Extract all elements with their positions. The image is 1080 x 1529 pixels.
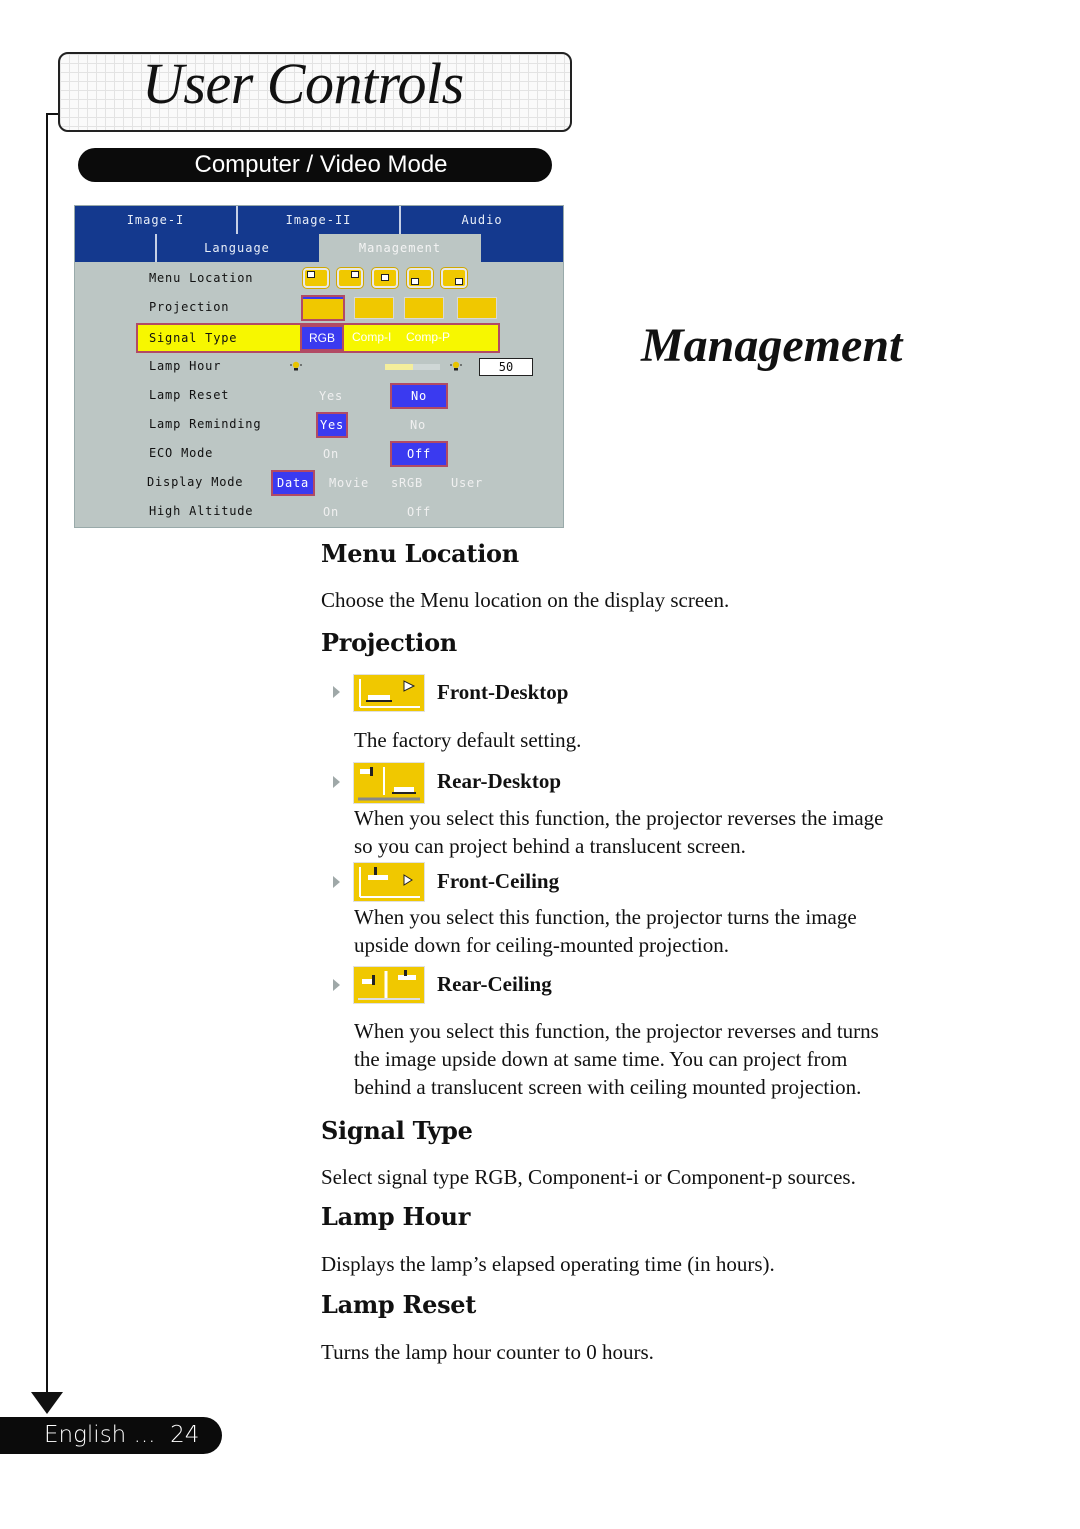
osd-label: Lamp Reminding — [149, 417, 262, 431]
osd-tab-management[interactable]: Management — [319, 234, 481, 262]
bullet-triangle-icon — [333, 686, 340, 698]
osd-row-display-mode[interactable]: Display Mode Data Movie sRGB User — [75, 468, 563, 497]
heading-lamp-reset: Lamp Reset — [321, 1290, 477, 1319]
page-title: User Controls — [142, 51, 464, 116]
osd-label: Signal Type — [149, 331, 238, 345]
front-desktop-icon[interactable] — [301, 295, 345, 321]
osd-row-lamp-reset[interactable]: Lamp Reset Yes No — [75, 381, 563, 410]
lamp-reset-yes[interactable]: Yes — [311, 386, 351, 406]
osd-row-lamp-hour: Lamp Hour 50 — [75, 352, 563, 381]
text-lamp-reset: Turns the lamp hour counter to 0 hours. — [321, 1340, 654, 1364]
bullet-triangle-icon — [333, 776, 340, 788]
osd-tab-divider — [236, 206, 238, 234]
lamp-hour-value: 50 — [479, 358, 533, 376]
text-menu-location: Choose the Menu location on the display … — [321, 588, 730, 612]
osd-tab-image-i[interactable]: Image-I — [75, 206, 236, 234]
osd-row-eco-mode[interactable]: ECO Mode On Off — [75, 439, 563, 468]
lamp-reminding-no[interactable]: No — [400, 415, 436, 435]
page-vertical-rule — [46, 113, 48, 1395]
text-rear-desktop-line2: so you can project behind a translucent … — [354, 834, 746, 858]
text-lamp-hour: Displays the lamp’s elapsed operating ti… — [321, 1252, 775, 1276]
signal-option-comp-p[interactable]: Comp-P — [406, 325, 450, 351]
osd-tab-image-ii[interactable]: Image-II — [238, 206, 399, 234]
arrow-down-icon — [31, 1392, 63, 1414]
osd-tab-language[interactable]: Language — [157, 234, 317, 262]
rear-ceiling-icon — [353, 966, 425, 1004]
lamp-reset-no[interactable]: No — [390, 383, 448, 409]
text-front-ceiling-line1: When you select this function, the proje… — [354, 905, 857, 929]
label-rear-ceiling: Rear-Ceiling — [437, 972, 552, 996]
high-altitude-off[interactable]: Off — [401, 502, 437, 522]
osd-tab-divider — [399, 206, 401, 234]
lamp-hour-bar — [385, 364, 440, 370]
osd-tab-divider — [155, 234, 157, 262]
osd-row-high-altitude[interactable]: High Altitude On Off — [75, 497, 563, 526]
display-mode-srgb[interactable]: sRGB — [387, 473, 427, 493]
heading-signal-type: Signal Type — [321, 1116, 473, 1145]
rear-desktop-icon[interactable] — [354, 297, 394, 319]
osd-tabs-row-1: Image-I Image-II Audio — [75, 206, 563, 234]
bullet-triangle-icon — [333, 876, 340, 888]
rear-desktop-icon — [353, 762, 425, 804]
osd-menu: Image-I Image-II Audio Language Manageme… — [74, 205, 564, 528]
high-altitude-on[interactable]: On — [313, 502, 349, 522]
mode-banner-label: Computer / Video Mode — [194, 151, 448, 178]
footer-page-label: English ... 24 — [44, 1422, 200, 1448]
section-title: Management — [641, 319, 903, 372]
osd-row-lamp-reminding[interactable]: Lamp Reminding Yes No — [75, 410, 563, 439]
osd-label: Display Mode — [147, 475, 244, 489]
osd-label: Lamp Reset — [149, 388, 230, 402]
osd-label: Lamp Hour — [149, 359, 222, 373]
eco-mode-on[interactable]: On — [313, 444, 349, 464]
text-signal-type: Select signal type RGB, Component-i or C… — [321, 1165, 856, 1189]
label-front-ceiling: Front-Ceiling — [437, 869, 560, 893]
osd-label: Projection — [149, 300, 230, 314]
text-front-ceiling-line2: upside down for ceiling-mounted projecti… — [354, 933, 729, 957]
display-mode-user[interactable]: User — [447, 473, 487, 493]
lamp-bulb-icon — [450, 361, 462, 371]
bullet-triangle-icon — [333, 979, 340, 991]
osd-label: ECO Mode — [149, 446, 214, 460]
front-desktop-icon — [353, 674, 425, 712]
label-rear-desktop: Rear-Desktop — [437, 769, 562, 793]
eco-mode-off[interactable]: Off — [390, 441, 448, 467]
menu-center-icon[interactable] — [372, 268, 398, 288]
heading-lamp-hour: Lamp Hour — [321, 1202, 471, 1231]
front-ceiling-icon — [353, 862, 425, 902]
osd-row-signal-type[interactable]: Signal Type RGB Comp-I Comp-P — [136, 323, 500, 353]
lamp-bulb-icon — [290, 361, 302, 371]
front-ceiling-icon[interactable] — [404, 297, 444, 319]
menu-bottom-right-icon[interactable] — [441, 268, 467, 288]
signal-option-rgb[interactable]: RGB — [300, 325, 344, 351]
text-rear-ceiling-line1: When you select this function, the proje… — [354, 1019, 879, 1043]
label-front-desktop: Front-Desktop — [437, 680, 569, 704]
signal-option-comp-i[interactable]: Comp-I — [352, 325, 391, 351]
text-rear-desktop-line1: When you select this function, the proje… — [354, 806, 884, 830]
osd-label: Menu Location — [149, 271, 254, 285]
lamp-hour-bar-fill — [385, 364, 413, 370]
heading-menu-location: Menu Location — [321, 539, 519, 568]
osd-row-projection[interactable]: Projection — [75, 293, 563, 322]
heading-projection: Projection — [321, 628, 457, 657]
lamp-reminding-yes[interactable]: Yes — [316, 412, 348, 438]
menu-bottom-left-icon[interactable] — [407, 268, 433, 288]
display-mode-movie[interactable]: Movie — [325, 473, 373, 493]
text-front-desktop: The factory default setting. — [354, 728, 582, 752]
menu-top-left-icon[interactable] — [303, 268, 329, 288]
display-mode-data[interactable]: Data — [271, 470, 315, 496]
osd-label: High Altitude — [149, 504, 254, 518]
menu-top-right-icon[interactable] — [337, 268, 363, 288]
osd-row-menu-location[interactable]: Menu Location — [75, 264, 563, 293]
osd-tabs-row-2: Language Management — [75, 234, 563, 262]
text-rear-ceiling-line2: the image upside down at same time. You … — [354, 1047, 848, 1071]
osd-tab-audio[interactable]: Audio — [401, 206, 563, 234]
rear-ceiling-icon[interactable] — [457, 297, 497, 319]
text-rear-ceiling-line3: behind a translucent screen with ceiling… — [354, 1075, 862, 1099]
